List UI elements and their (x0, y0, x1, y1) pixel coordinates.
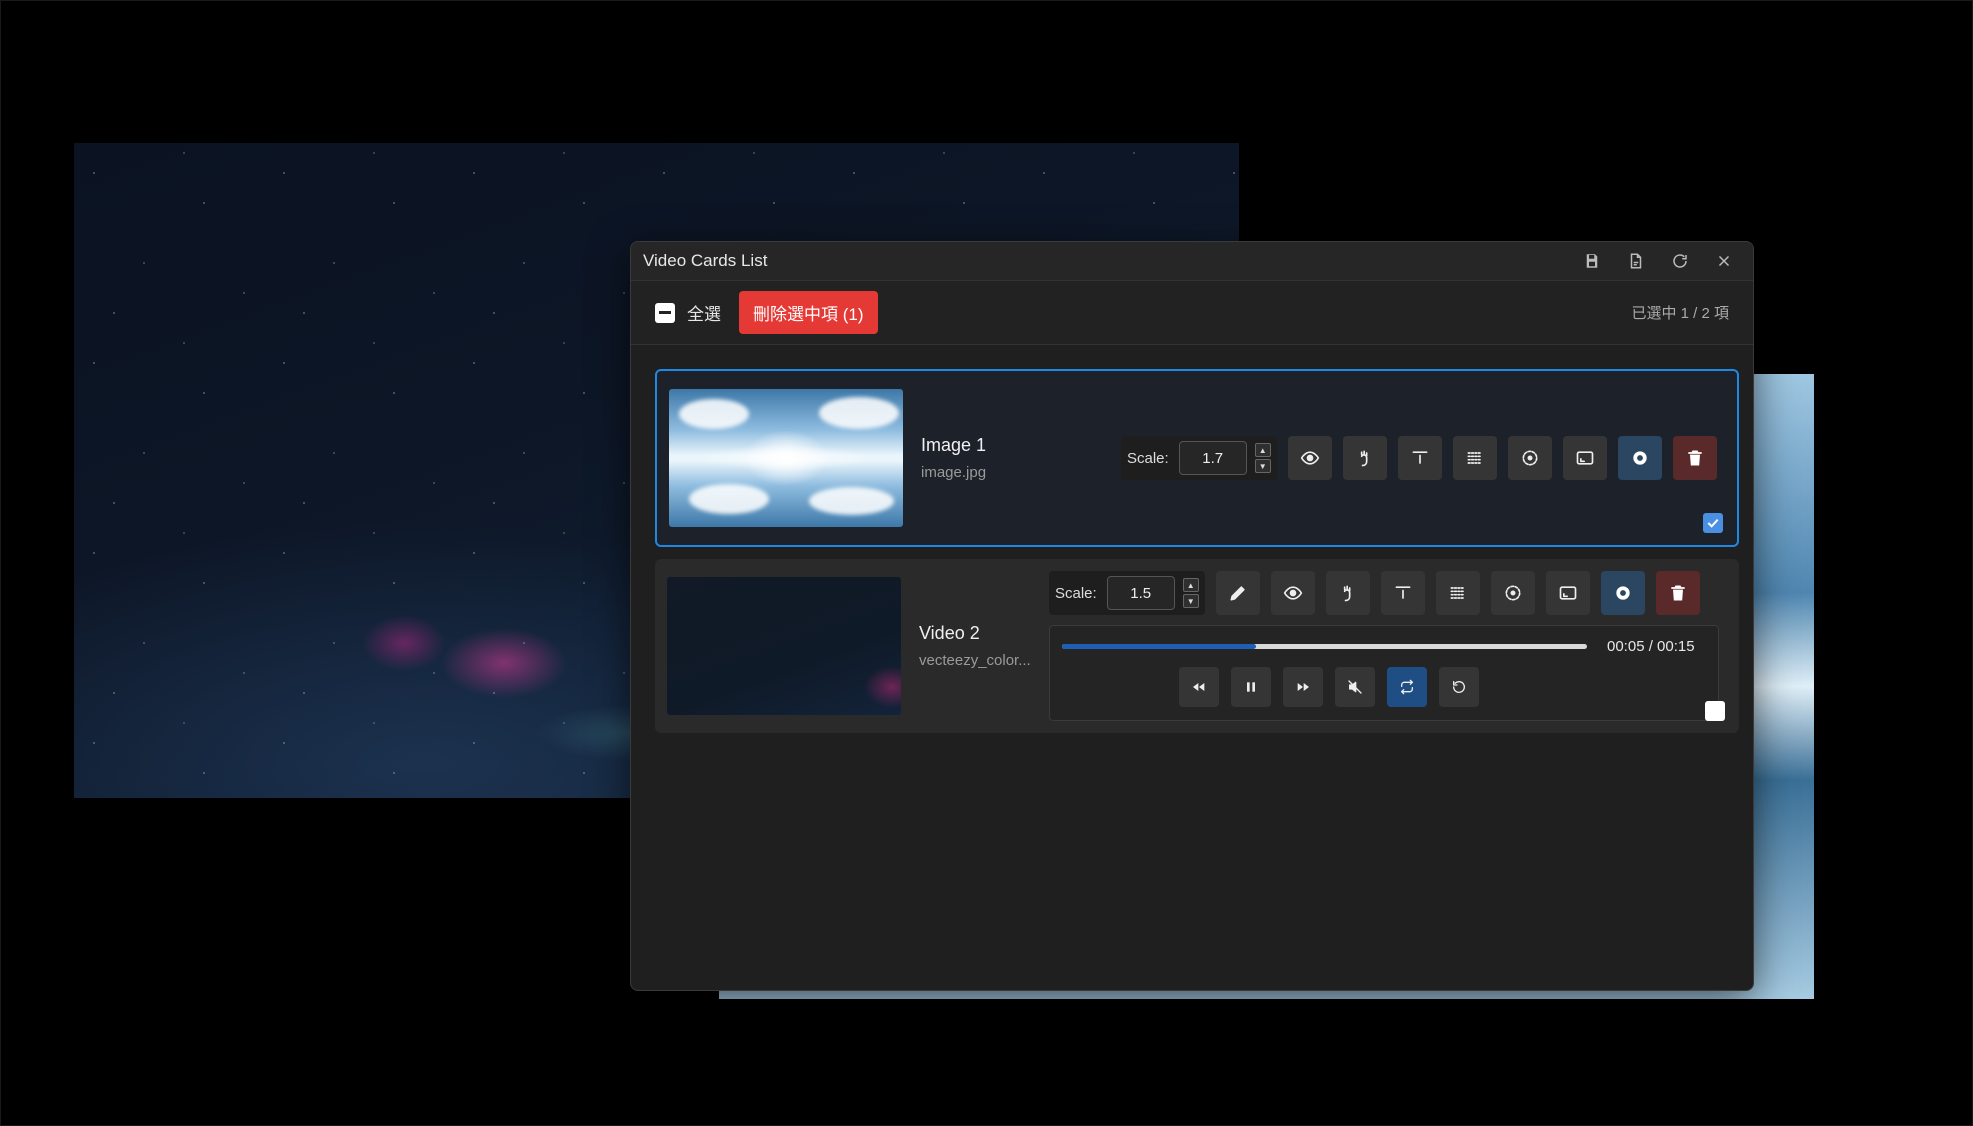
card-info: Image 1 image.jpg (921, 435, 1081, 481)
video-player-controls: 00:05 / 00:15 (1049, 625, 1719, 721)
mute-button[interactable] (1335, 667, 1375, 707)
export-button[interactable] (1619, 244, 1653, 278)
align-top-button[interactable] (1397, 436, 1442, 480)
grid-dots-icon (1450, 587, 1466, 599)
scale-down-button[interactable]: ▼ (1254, 459, 1271, 473)
progress-bar[interactable] (1062, 644, 1587, 649)
card-controls: Scale: ▲ ▼ (1049, 571, 1719, 615)
card-select-checkbox[interactable] (1703, 513, 1723, 533)
refresh-icon (1673, 254, 1687, 268)
card-image-1[interactable]: Image 1 image.jpg Scale: ▲ ▼ (655, 369, 1739, 547)
align-top-icon (1395, 586, 1411, 599)
grid-button[interactable] (1452, 436, 1497, 480)
pause-button[interactable] (1231, 667, 1271, 707)
select-all-label[interactable]: 全選 (687, 300, 721, 325)
delete-card-button[interactable] (1672, 436, 1717, 480)
scale-label: Scale: (1127, 449, 1169, 467)
selection-count: 已選中 1 / 2 項 (1631, 305, 1729, 322)
select-all-checkbox[interactable] (655, 302, 675, 323)
scale-stepper: ▲ ▼ (1182, 577, 1199, 609)
card-title: Image 1 (921, 435, 987, 455)
pan-button[interactable] (1342, 436, 1387, 480)
card-controls: Scale: ▲ ▼ (1121, 436, 1717, 480)
focus-button[interactable] (1490, 571, 1535, 615)
card-controls-area: Scale: ▲ ▼ (1049, 571, 1719, 721)
pause-icon (1247, 682, 1255, 692)
card-video-2[interactable]: Video 2 vecteezy_color... Scale: ▲ ▼ (655, 559, 1739, 733)
save-button[interactable] (1575, 244, 1609, 278)
loop-button[interactable] (1387, 667, 1427, 707)
close-icon (1718, 255, 1730, 267)
video-cards-window: Video Cards List 全選 刪除選中項 (1) 已選中 1 / 2 … (630, 241, 1754, 991)
scale-stepper: ▲ ▼ (1254, 442, 1271, 474)
grid-dots-icon (1467, 452, 1483, 464)
card-thumbnail (667, 577, 901, 715)
refresh-button[interactable] (1663, 244, 1697, 278)
check-icon (1707, 518, 1719, 528)
delete-card-button[interactable] (1655, 571, 1700, 615)
progress-row: 00:05 / 00:15 (1062, 638, 1706, 655)
scale-control: Scale: ▲ ▼ (1049, 571, 1205, 615)
aspect-button[interactable] (1562, 436, 1607, 480)
card-info: Video 2 vecteezy_color... (919, 623, 1037, 669)
align-top-icon (1412, 451, 1428, 464)
card-thumbnail (669, 389, 903, 527)
scale-label: Scale: (1055, 584, 1097, 602)
progress-fill (1062, 644, 1257, 649)
file-icon (1630, 253, 1642, 269)
restart-icon (1453, 681, 1465, 693)
card-title: Video 2 (919, 623, 980, 643)
target-icon (1522, 450, 1538, 466)
record-icon (1616, 586, 1630, 600)
focus-button[interactable] (1507, 436, 1552, 480)
fast-forward-button[interactable] (1283, 667, 1323, 707)
cards-list: Image 1 image.jpg Scale: ▲ ▼ (631, 345, 1753, 733)
close-button[interactable] (1707, 244, 1741, 278)
record-button[interactable] (1617, 436, 1662, 480)
trash-icon (1671, 585, 1685, 601)
aspect-button[interactable] (1545, 571, 1590, 615)
rewind-icon (1193, 683, 1205, 691)
selection-toolbar: 全選 刪除選中項 (1) 已選中 1 / 2 項 (631, 281, 1753, 345)
scale-up-button[interactable]: ▲ (1254, 443, 1271, 457)
hand-icon (1343, 585, 1351, 602)
grid-button[interactable] (1435, 571, 1480, 615)
restart-button[interactable] (1439, 667, 1479, 707)
title-bar: Video Cards List (631, 242, 1753, 281)
scale-up-button[interactable]: ▲ (1182, 578, 1199, 592)
target-icon (1505, 585, 1521, 601)
card-select-checkbox[interactable] (1705, 701, 1725, 721)
scale-input[interactable] (1106, 576, 1175, 610)
scale-control: Scale: ▲ ▼ (1121, 436, 1277, 480)
transport-controls (1062, 667, 1706, 707)
repeat-icon (1401, 679, 1413, 695)
scale-down-button[interactable]: ▼ (1182, 594, 1199, 608)
desktop: Video Cards List 全選 刪除選中項 (1) 已選中 1 / 2 … (0, 0, 1973, 1126)
visibility-button[interactable] (1287, 436, 1332, 480)
eye-icon (1283, 586, 1302, 600)
card-filename: vecteezy_color... (919, 652, 1031, 669)
aspect-ratio-icon (1576, 451, 1594, 465)
trash-icon (1688, 450, 1702, 466)
scale-input[interactable] (1178, 441, 1247, 475)
visibility-button[interactable] (1270, 571, 1315, 615)
window-title: Video Cards List (643, 251, 768, 270)
card-filename: image.jpg (921, 464, 987, 481)
delete-selected-button[interactable]: 刪除選中項 (1) (739, 291, 878, 334)
aspect-ratio-icon (1559, 586, 1577, 600)
eye-icon (1300, 451, 1319, 465)
save-icon (1586, 254, 1598, 268)
record-button[interactable] (1600, 571, 1645, 615)
rewind-button[interactable] (1179, 667, 1219, 707)
pencil-icon (1230, 586, 1245, 601)
fast-forward-icon (1297, 683, 1309, 691)
time-display: 00:05 / 00:15 (1607, 638, 1695, 655)
edit-button[interactable] (1215, 571, 1260, 615)
pan-button[interactable] (1325, 571, 1370, 615)
record-icon (1633, 451, 1647, 465)
volume-muted-icon (1348, 680, 1362, 694)
align-top-button[interactable] (1380, 571, 1425, 615)
hand-icon (1360, 450, 1368, 467)
